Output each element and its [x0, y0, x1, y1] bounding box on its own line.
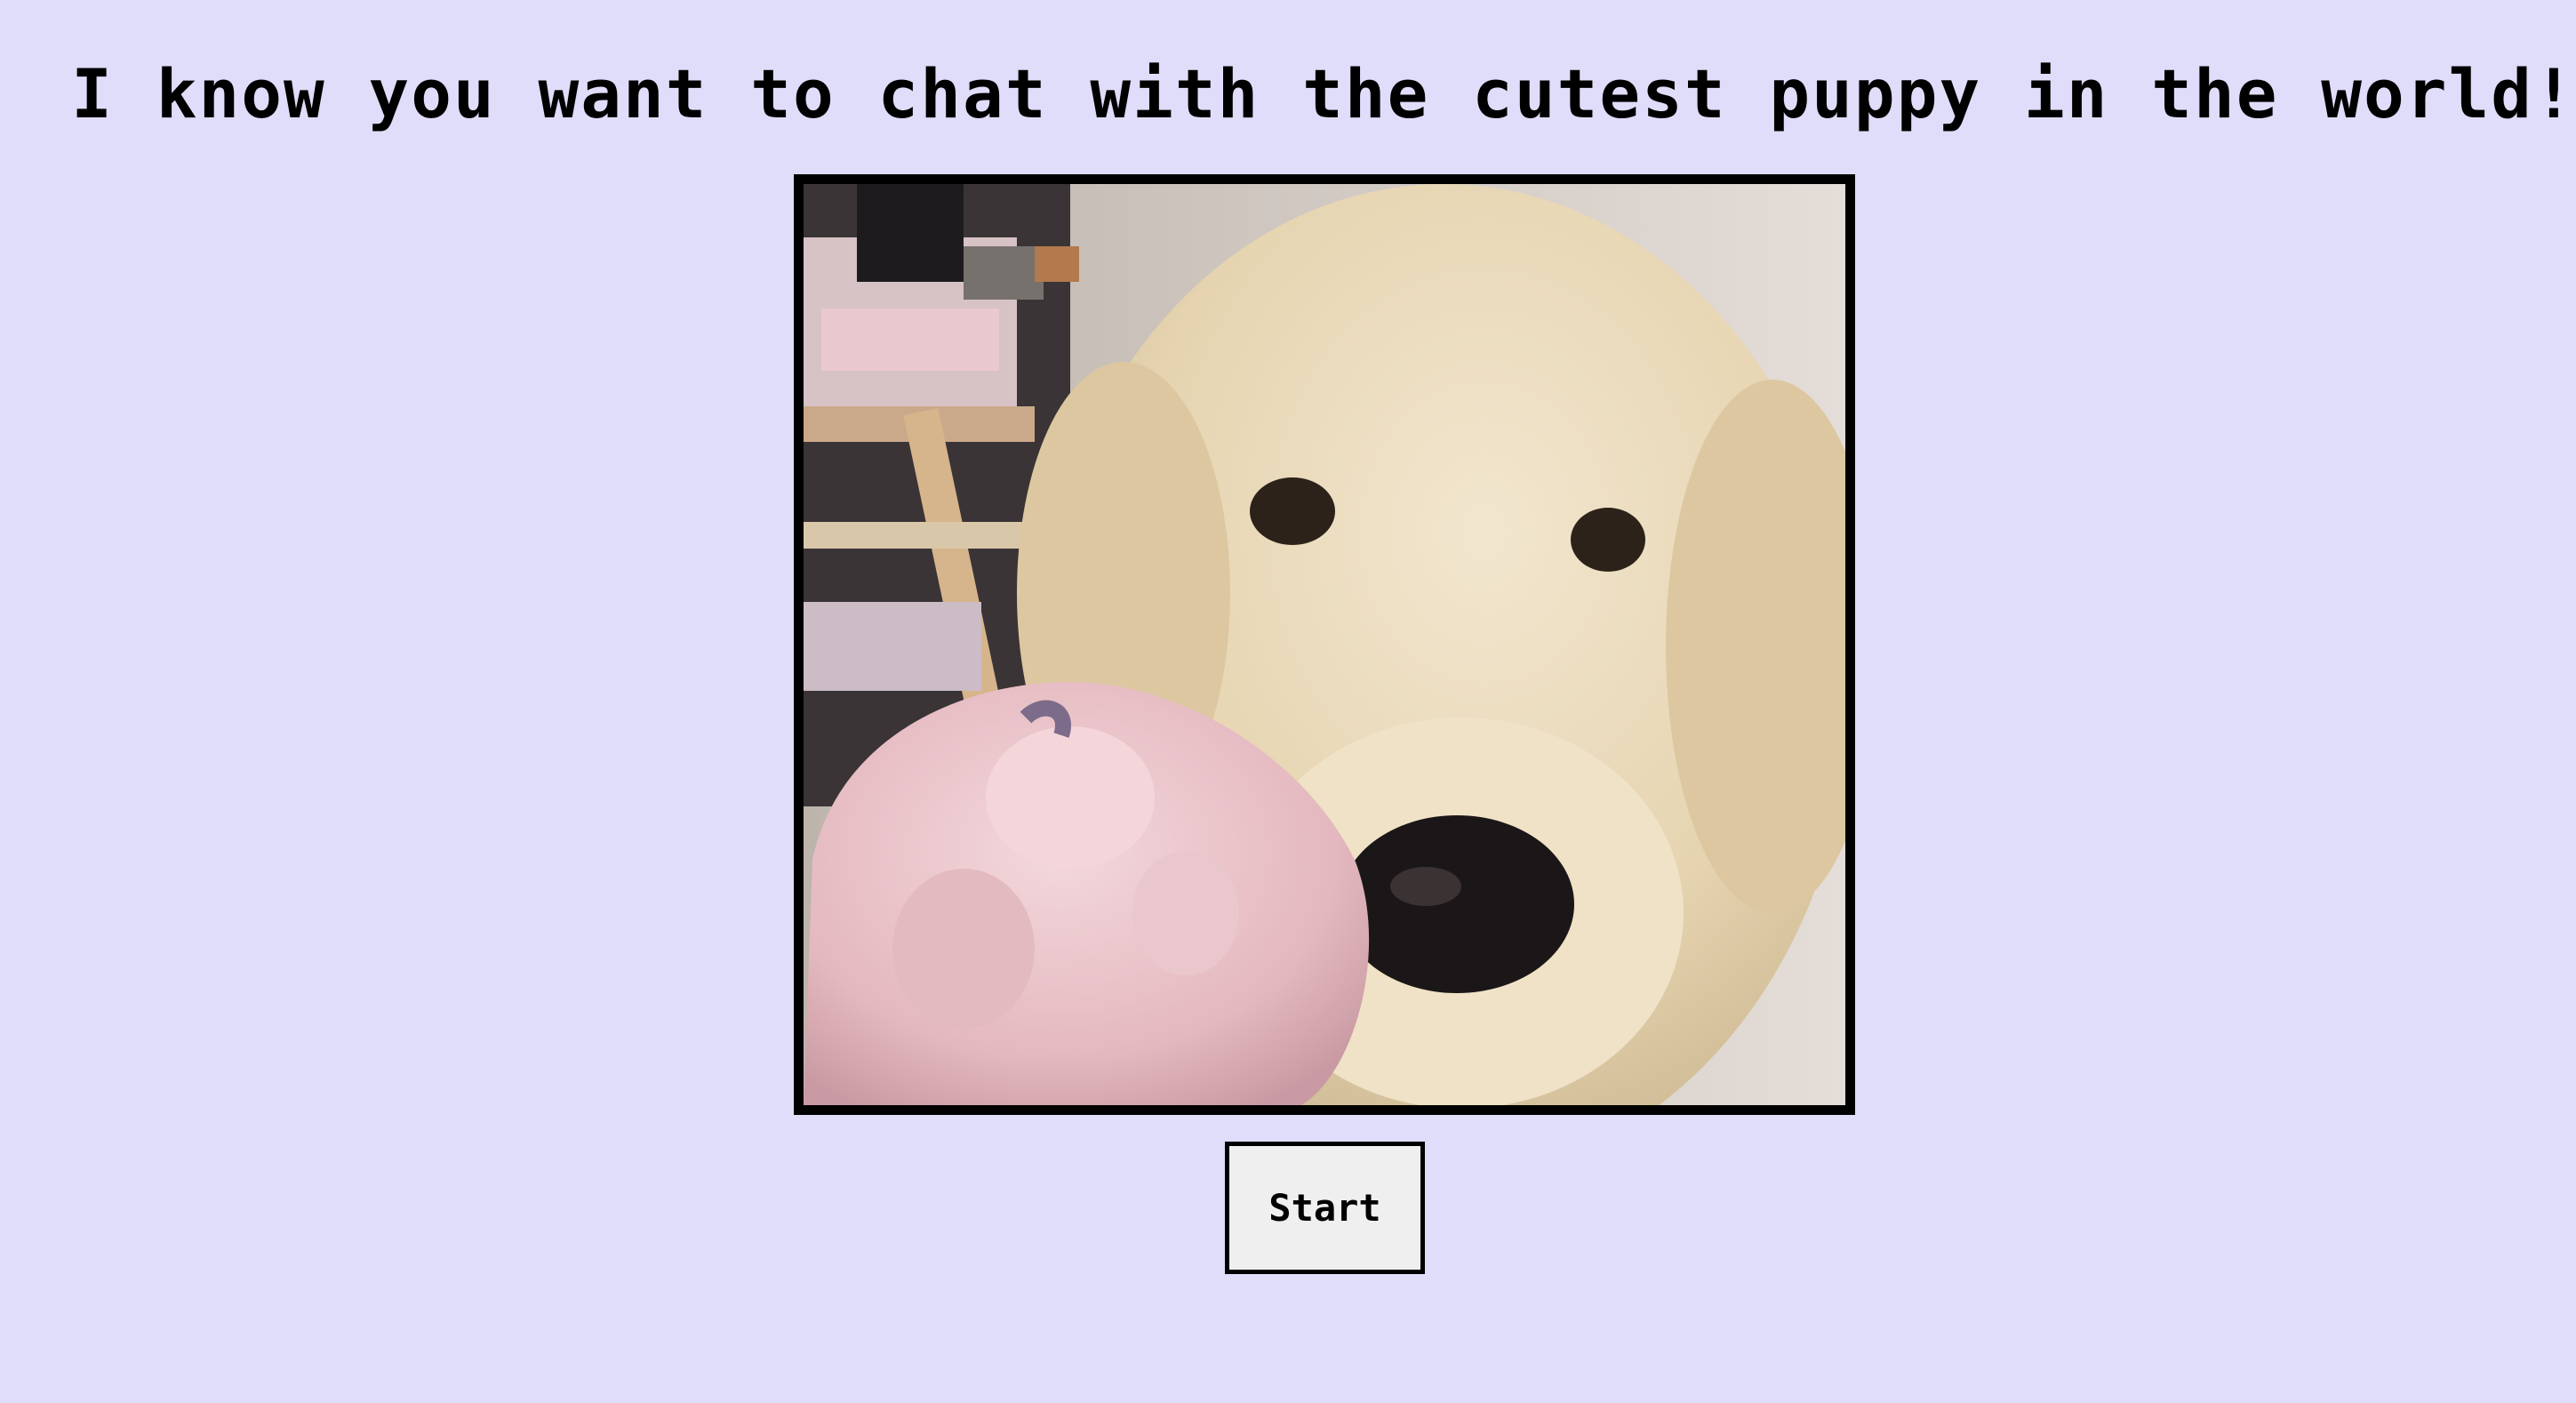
page-title: I know you want to chat with the cutest …	[71, 54, 2576, 133]
start-button[interactable]: Start	[1225, 1142, 1425, 1274]
puppy-photo	[794, 174, 1855, 1115]
landing-page: I know you want to chat with the cutest …	[0, 0, 2576, 1403]
puppy-photo-illustration	[804, 184, 1845, 1105]
